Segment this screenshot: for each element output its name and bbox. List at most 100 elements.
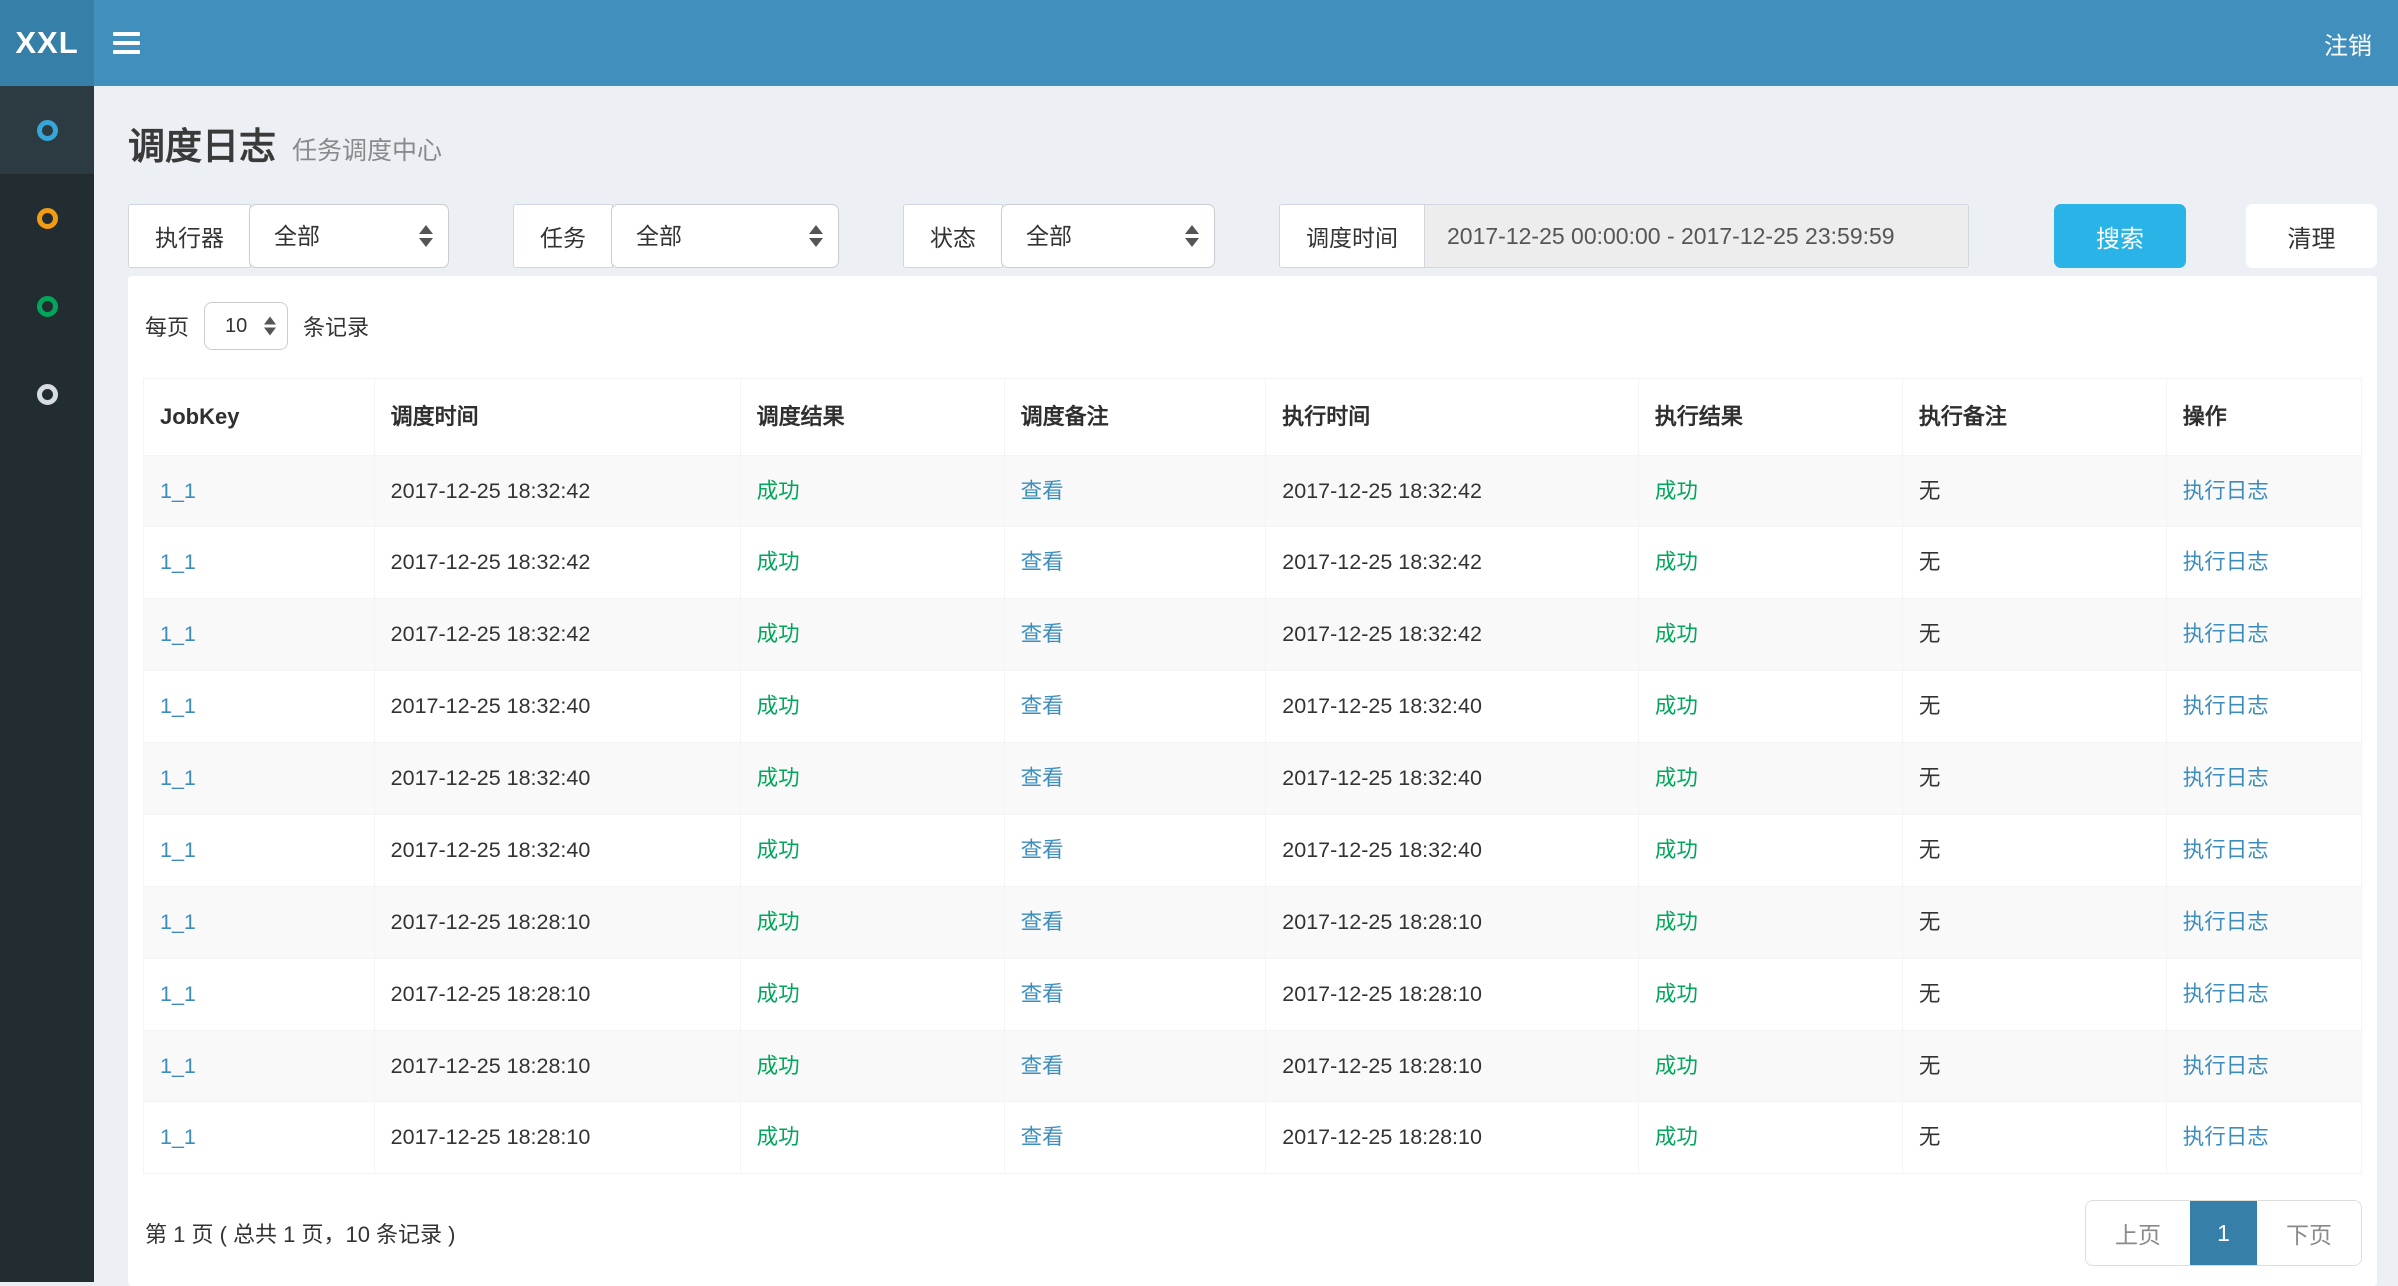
trigger-msg-link[interactable]: 查看 xyxy=(1021,550,1064,574)
trigger-msg-link[interactable]: 查看 xyxy=(1021,1054,1064,1078)
table-cell: 2017-12-25 18:28:10 xyxy=(374,886,740,958)
table-cell: 成功 xyxy=(740,1102,1004,1174)
exec-log-link[interactable]: 执行日志 xyxy=(2183,694,2269,718)
table-cell: 执行日志 xyxy=(2166,599,2361,671)
trigger-msg-link[interactable]: 查看 xyxy=(1021,910,1064,934)
exec-log-link[interactable]: 执行日志 xyxy=(2183,1125,2269,1149)
table-cell: 2017-12-25 18:28:10 xyxy=(1266,958,1639,1030)
table-cell: 2017-12-25 18:32:40 xyxy=(1266,814,1639,886)
handle-msg: 无 xyxy=(1919,479,1941,503)
table-cell: 执行日志 xyxy=(2166,671,2361,743)
exec-log-link[interactable]: 执行日志 xyxy=(2183,838,2269,862)
table-row: 1_12017-12-25 18:28:10成功查看2017-12-25 18:… xyxy=(144,1102,2362,1174)
per-page-prefix-label: 每页 xyxy=(145,310,189,342)
table-cell: 查看 xyxy=(1004,527,1266,599)
job-select[interactable]: 全部 xyxy=(611,204,839,268)
sidebar-item-3[interactable] xyxy=(0,262,94,350)
table-cell: 查看 xyxy=(1004,455,1266,527)
jobkey-link[interactable]: 1_1 xyxy=(160,766,196,790)
exec-log-link[interactable]: 执行日志 xyxy=(2183,982,2269,1006)
exec-log-link[interactable]: 执行日志 xyxy=(2183,910,2269,934)
sidebar-toggle-button[interactable] xyxy=(94,0,158,86)
jobkey-link[interactable]: 1_1 xyxy=(160,1054,196,1078)
table-cell: 2017-12-25 18:32:42 xyxy=(1266,455,1639,527)
jobkey-link[interactable]: 1_1 xyxy=(160,694,196,718)
job-filter-group: 任务 全部 xyxy=(513,204,839,268)
table-cell: 无 xyxy=(1902,1030,2166,1102)
jobkey-link[interactable]: 1_1 xyxy=(160,982,196,1006)
table-cell: 2017-12-25 18:28:10 xyxy=(1266,1030,1639,1102)
jobkey-link[interactable]: 1_1 xyxy=(160,479,196,503)
table-cell: 1_1 xyxy=(144,814,375,886)
pagination-prev-button[interactable]: 上页 xyxy=(2086,1201,2190,1265)
pagination-summary: 第 1 页 ( 总共 1 页，10 条记录 ) xyxy=(145,1217,456,1249)
per-page-control: 每页 10 条记录 xyxy=(143,302,2362,350)
table-cell: 执行日志 xyxy=(2166,455,2361,527)
table-cell: 1_1 xyxy=(144,671,375,743)
executor-select[interactable]: 全部 xyxy=(249,204,449,268)
table-cell: 2017-12-25 18:32:40 xyxy=(374,814,740,886)
jobkey-link[interactable]: 1_1 xyxy=(160,838,196,862)
handle-msg: 无 xyxy=(1919,766,1941,790)
table-cell: 查看 xyxy=(1004,1030,1266,1102)
table-cell: 执行日志 xyxy=(2166,527,2361,599)
pagination-next-button[interactable]: 下页 xyxy=(2257,1201,2361,1265)
table-cell: 无 xyxy=(1902,743,2166,815)
per-page-select[interactable]: 10 xyxy=(204,302,288,350)
jobkey-link[interactable]: 1_1 xyxy=(160,550,196,574)
log-table: JobKey调度时间调度结果调度备注执行时间执行结果执行备注操作 1_12017… xyxy=(143,378,2362,1174)
circle-icon xyxy=(37,208,58,229)
status-select[interactable]: 全部 xyxy=(1001,204,1215,268)
handle-result: 成功 xyxy=(1655,838,1698,862)
top-navbar: XXL 注销 xyxy=(0,0,2398,86)
log-panel: 每页 10 条记录 JobKey调度时间调度结果调度备注执行时间执行结果执行备注… xyxy=(128,276,2377,1286)
trigger-msg-link[interactable]: 查看 xyxy=(1021,838,1064,862)
clear-log-button[interactable]: 清理 xyxy=(2246,204,2377,268)
trigger-time: 2017-12-25 18:28:10 xyxy=(391,982,591,1006)
sidebar-item-1[interactable] xyxy=(0,86,94,174)
handle-msg: 无 xyxy=(1919,694,1941,718)
trigger-time-range-input[interactable] xyxy=(1424,204,1969,268)
trigger-msg-link[interactable]: 查看 xyxy=(1021,479,1064,503)
table-cell: 2017-12-25 18:32:42 xyxy=(1266,527,1639,599)
table-cell: 1_1 xyxy=(144,1030,375,1102)
navbar-spacer xyxy=(158,0,2298,86)
search-button[interactable]: 搜索 xyxy=(2054,204,2186,268)
exec-log-link[interactable]: 执行日志 xyxy=(2183,550,2269,574)
jobkey-link[interactable]: 1_1 xyxy=(160,910,196,934)
table-row: 1_12017-12-25 18:28:10成功查看2017-12-25 18:… xyxy=(144,1030,2362,1102)
app-logo[interactable]: XXL xyxy=(0,0,94,86)
trigger-msg-link[interactable]: 查看 xyxy=(1021,1125,1064,1149)
filter-toolbar: 执行器 全部 任务 全部 状态 全部 xyxy=(128,204,2377,268)
trigger-time: 2017-12-25 18:32:40 xyxy=(391,766,591,790)
exec-log-link[interactable]: 执行日志 xyxy=(2183,622,2269,646)
sidebar-item-4[interactable] xyxy=(0,350,94,438)
column-header: 调度时间 xyxy=(374,379,740,456)
table-cell: 成功 xyxy=(1638,455,1902,527)
jobkey-link[interactable]: 1_1 xyxy=(160,1125,196,1149)
exec-log-link[interactable]: 执行日志 xyxy=(2183,766,2269,790)
handle-result: 成功 xyxy=(1655,982,1698,1006)
trigger-result: 成功 xyxy=(757,550,800,574)
table-cell: 1_1 xyxy=(144,743,375,815)
sidebar-item-2[interactable] xyxy=(0,174,94,262)
table-cell: 2017-12-25 18:28:10 xyxy=(1266,1102,1639,1174)
trigger-msg-link[interactable]: 查看 xyxy=(1021,766,1064,790)
handle-time: 2017-12-25 18:32:42 xyxy=(1282,550,1482,574)
handle-msg: 无 xyxy=(1919,1054,1941,1078)
main-content: 调度日志 任务调度中心 执行器 全部 任务 全部 状态 xyxy=(94,86,2398,1286)
circle-icon xyxy=(37,384,58,405)
exec-log-link[interactable]: 执行日志 xyxy=(2183,479,2269,503)
table-cell: 成功 xyxy=(1638,1030,1902,1102)
handle-time: 2017-12-25 18:28:10 xyxy=(1282,1054,1482,1078)
exec-log-link[interactable]: 执行日志 xyxy=(2183,1054,2269,1078)
trigger-msg-link[interactable]: 查看 xyxy=(1021,982,1064,1006)
table-cell: 执行日志 xyxy=(2166,1102,2361,1174)
trigger-msg-link[interactable]: 查看 xyxy=(1021,622,1064,646)
logout-link[interactable]: 注销 xyxy=(2298,0,2398,86)
trigger-msg-link[interactable]: 查看 xyxy=(1021,694,1064,718)
jobkey-link[interactable]: 1_1 xyxy=(160,622,196,646)
executor-filter-label: 执行器 xyxy=(128,204,251,268)
table-cell: 成功 xyxy=(740,671,1004,743)
pagination-page-1-button[interactable]: 1 xyxy=(2190,1201,2257,1265)
